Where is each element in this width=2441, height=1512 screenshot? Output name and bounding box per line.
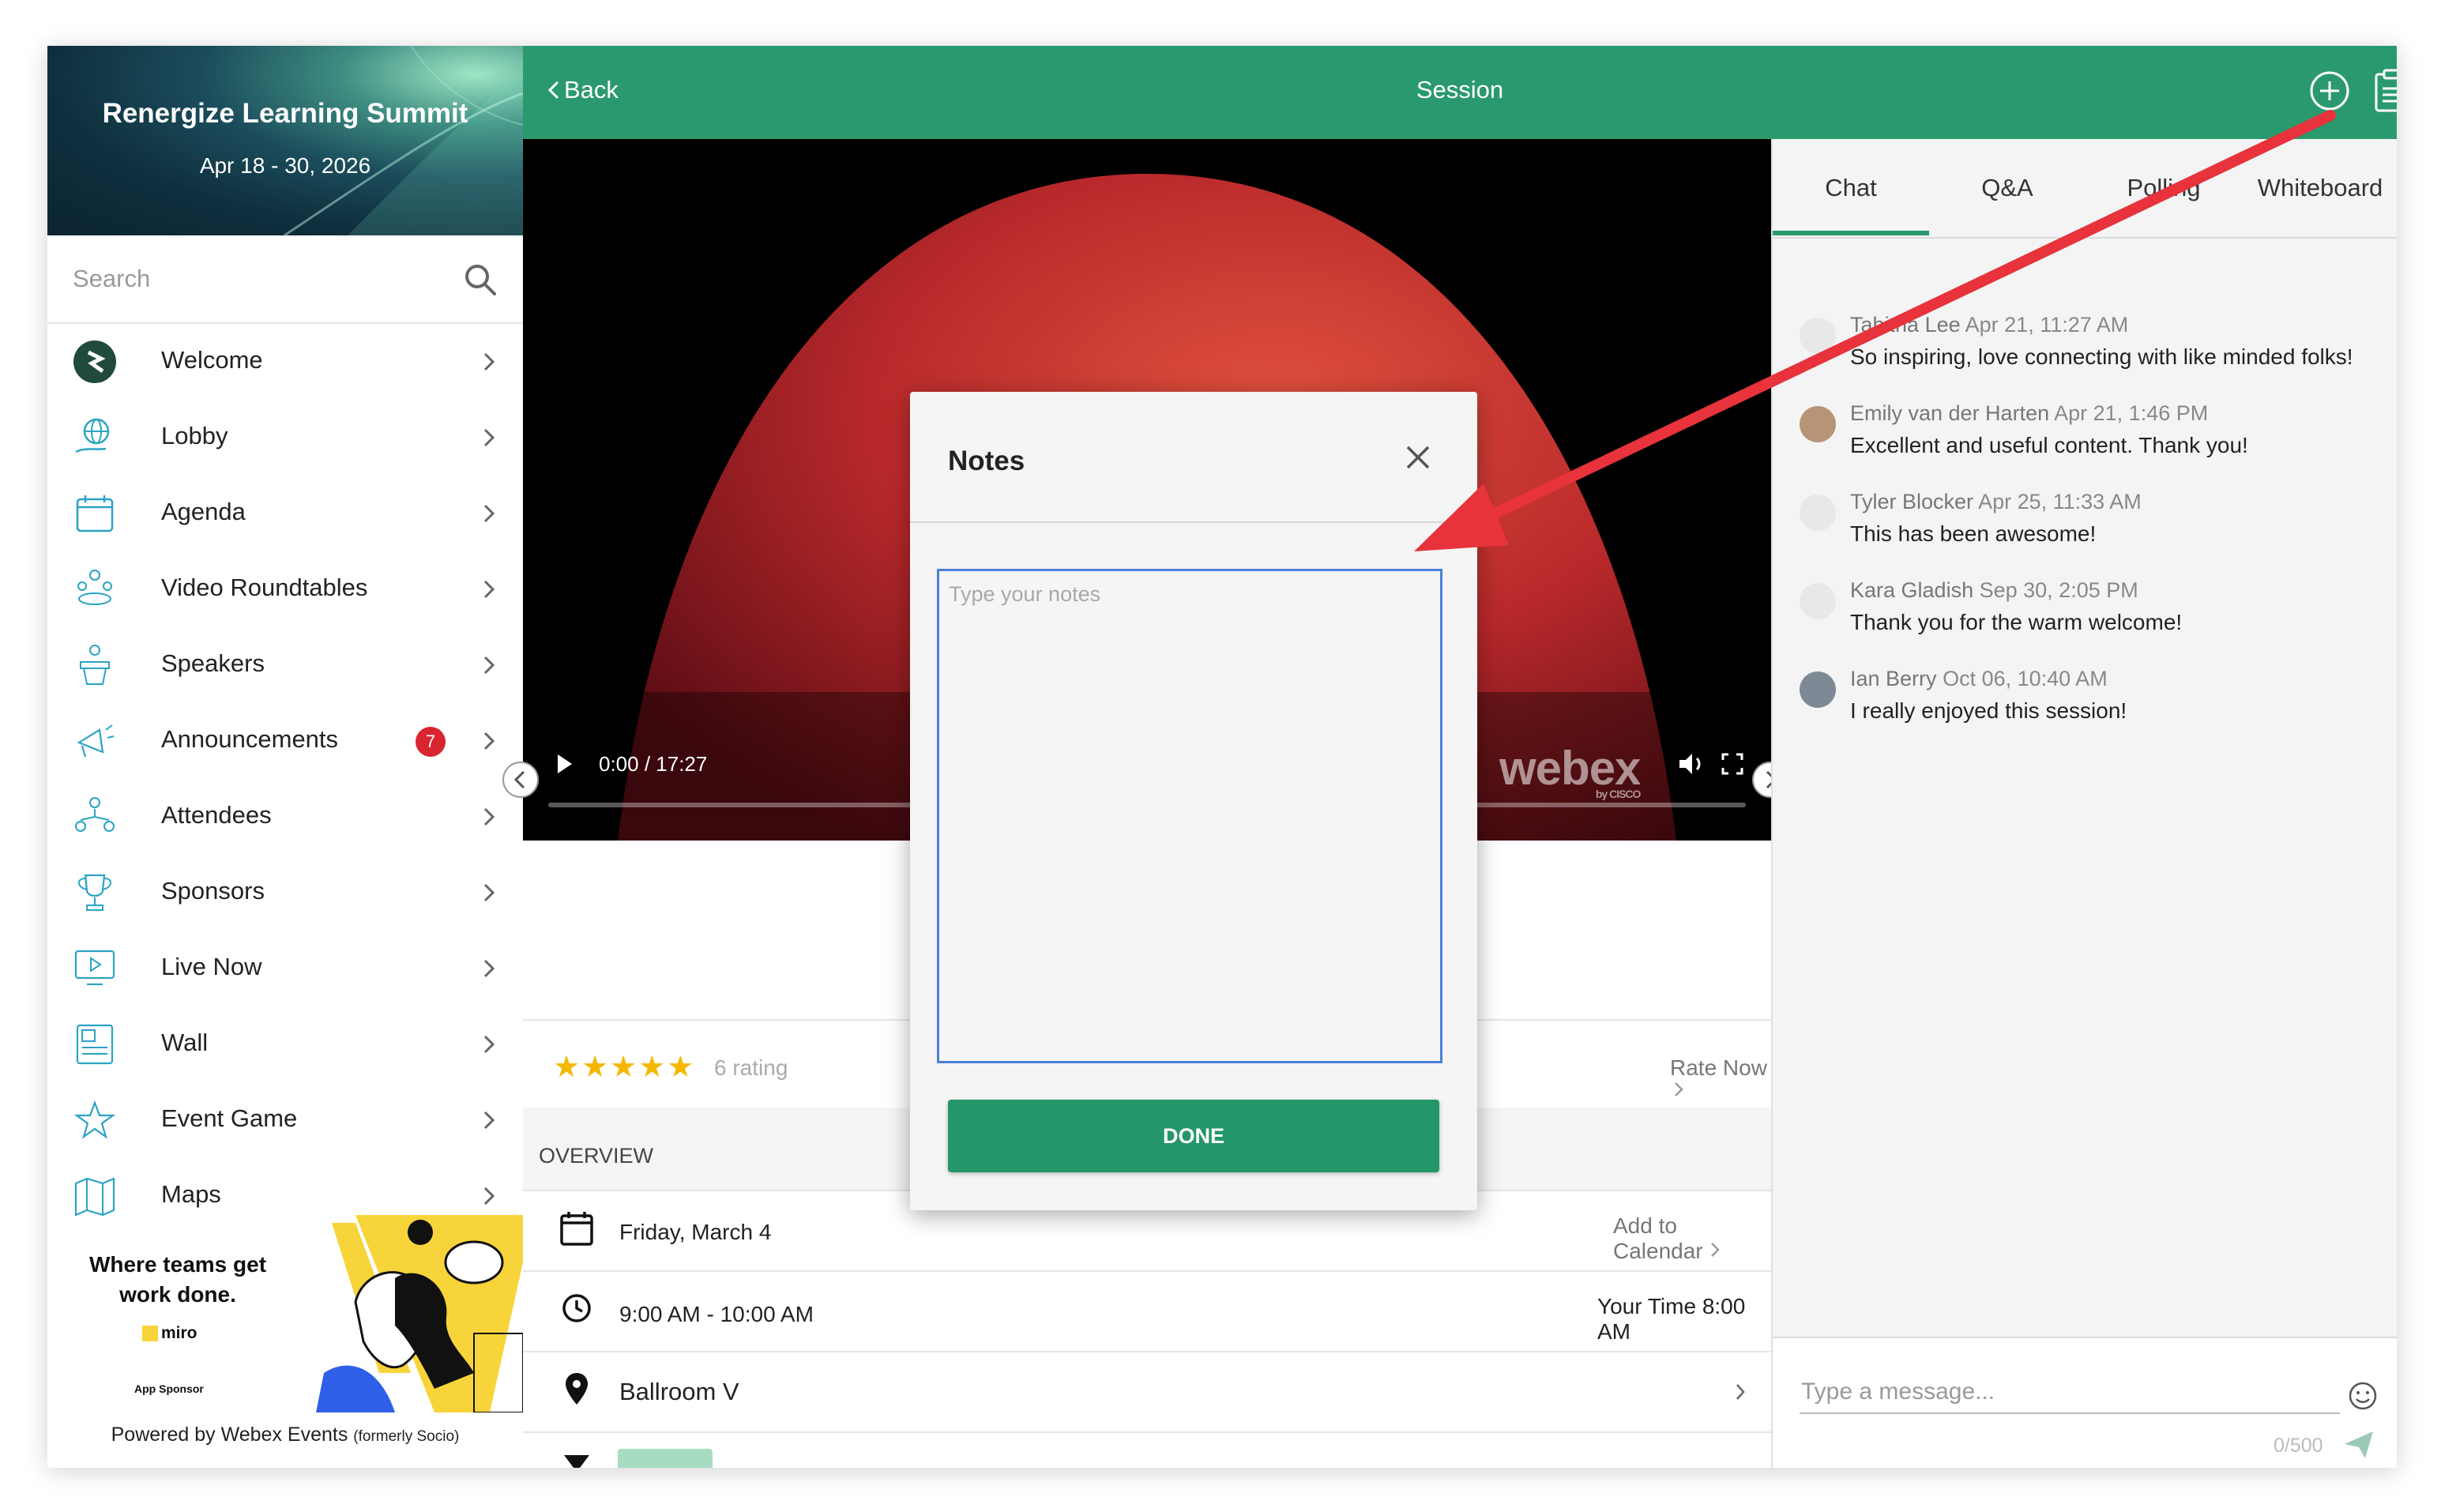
annotation-arrow (1414, 110, 2336, 551)
